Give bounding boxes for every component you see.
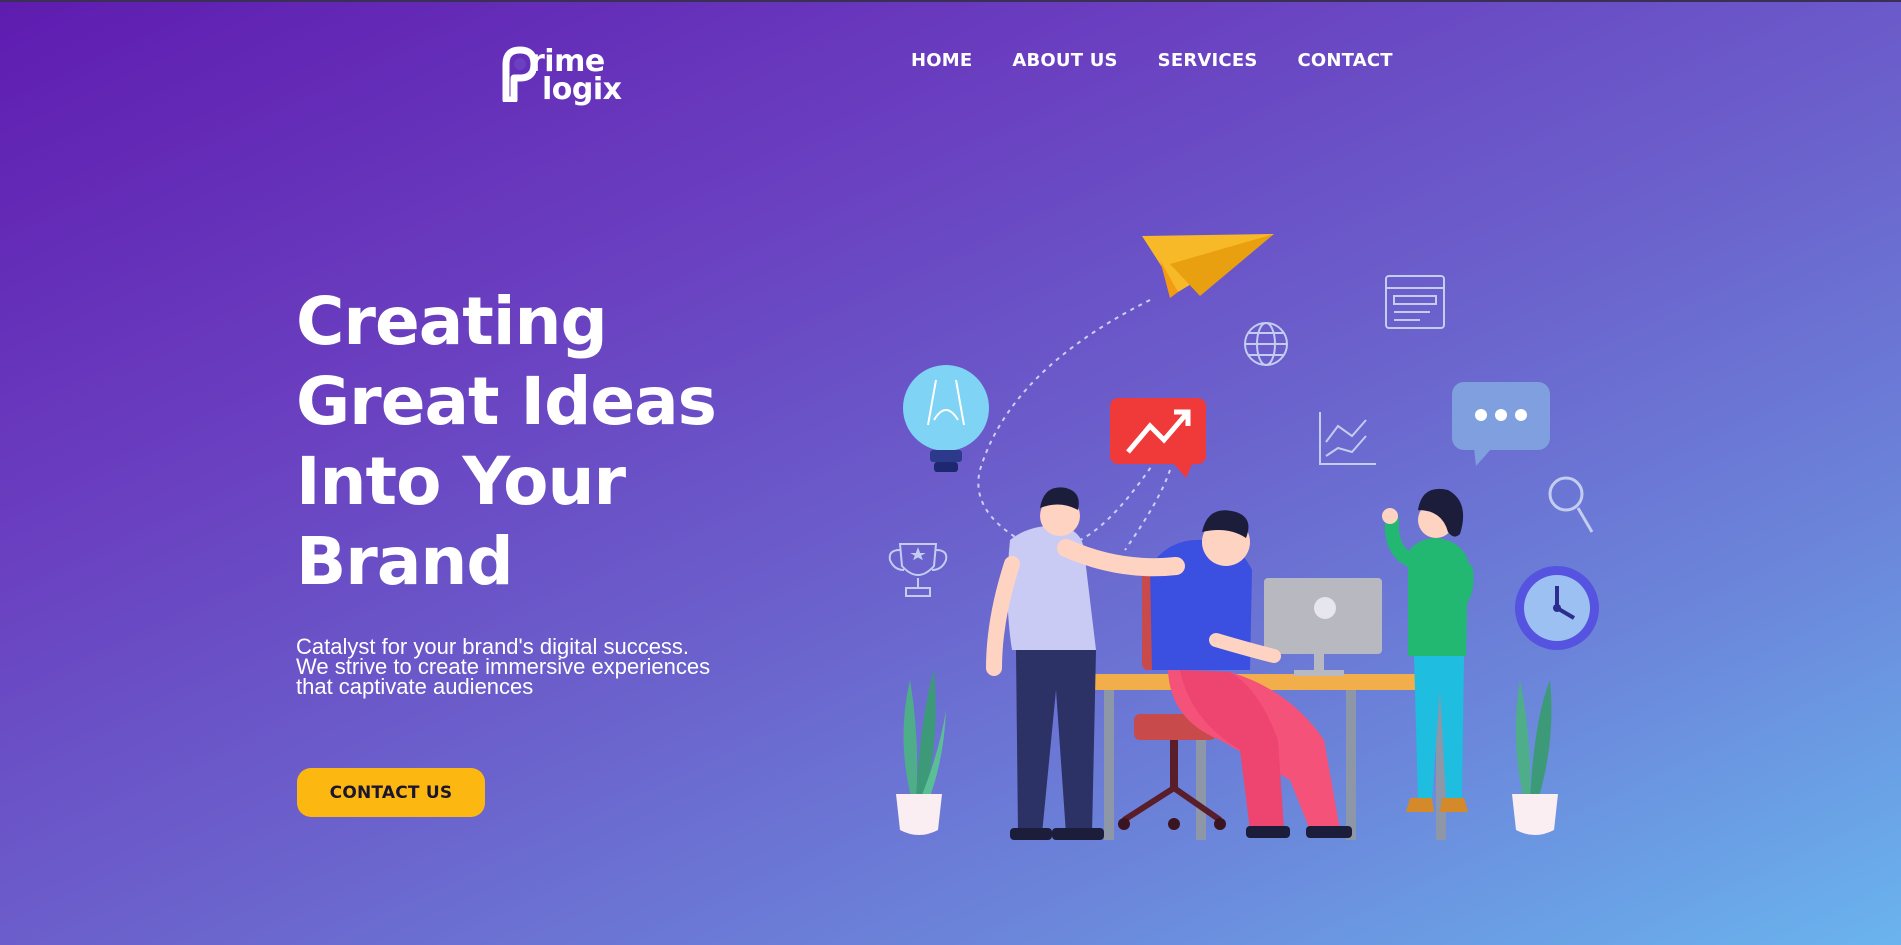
logo-word-logix: logix: [542, 72, 622, 107]
hero-illustration: [888, 234, 1599, 840]
plant-icon: [1512, 680, 1558, 835]
nav-services-link[interactable]: SERVICES: [1158, 50, 1258, 71]
hero-subtitle-line: that captivate audiences: [296, 674, 534, 699]
paper-plane-icon: [1142, 234, 1274, 298]
nav-contact-link[interactable]: CONTACT: [1298, 50, 1393, 71]
hero-title-line: Into Your: [296, 443, 626, 520]
chat-bubble-icon: [1452, 382, 1550, 466]
hero-title-line: Brand: [296, 523, 514, 600]
hero-subtitle: Catalyst for your brand's digital succes…: [296, 636, 776, 699]
line-chart-icon: [1319, 412, 1376, 465]
plant-icon: [896, 670, 946, 835]
main-nav: HOME ABOUT US SERVICES CONTACT: [911, 50, 1393, 71]
trend-up-chat-icon: [1110, 398, 1206, 478]
magnifier-icon: [1548, 476, 1594, 533]
nav-about-us-link[interactable]: ABOUT US: [1012, 50, 1117, 71]
top-edge-line: [0, 0, 1901, 2]
hero-title-line: Creating: [296, 283, 608, 360]
lightbulb-icon: [903, 365, 989, 472]
brand-logo[interactable]: rime logix: [502, 44, 632, 112]
contact-us-button[interactable]: CONTACT US: [297, 768, 485, 817]
trophy-icon: [888, 543, 948, 597]
clock-icon: [1515, 566, 1599, 650]
hero-title: Creating Great Ideas Into Your Brand: [296, 282, 816, 602]
nav-home-link[interactable]: HOME: [911, 50, 972, 71]
globe-icon: [1244, 322, 1288, 366]
browser-window-icon: [1385, 275, 1445, 329]
hero-title-line: Great Ideas: [296, 363, 717, 440]
